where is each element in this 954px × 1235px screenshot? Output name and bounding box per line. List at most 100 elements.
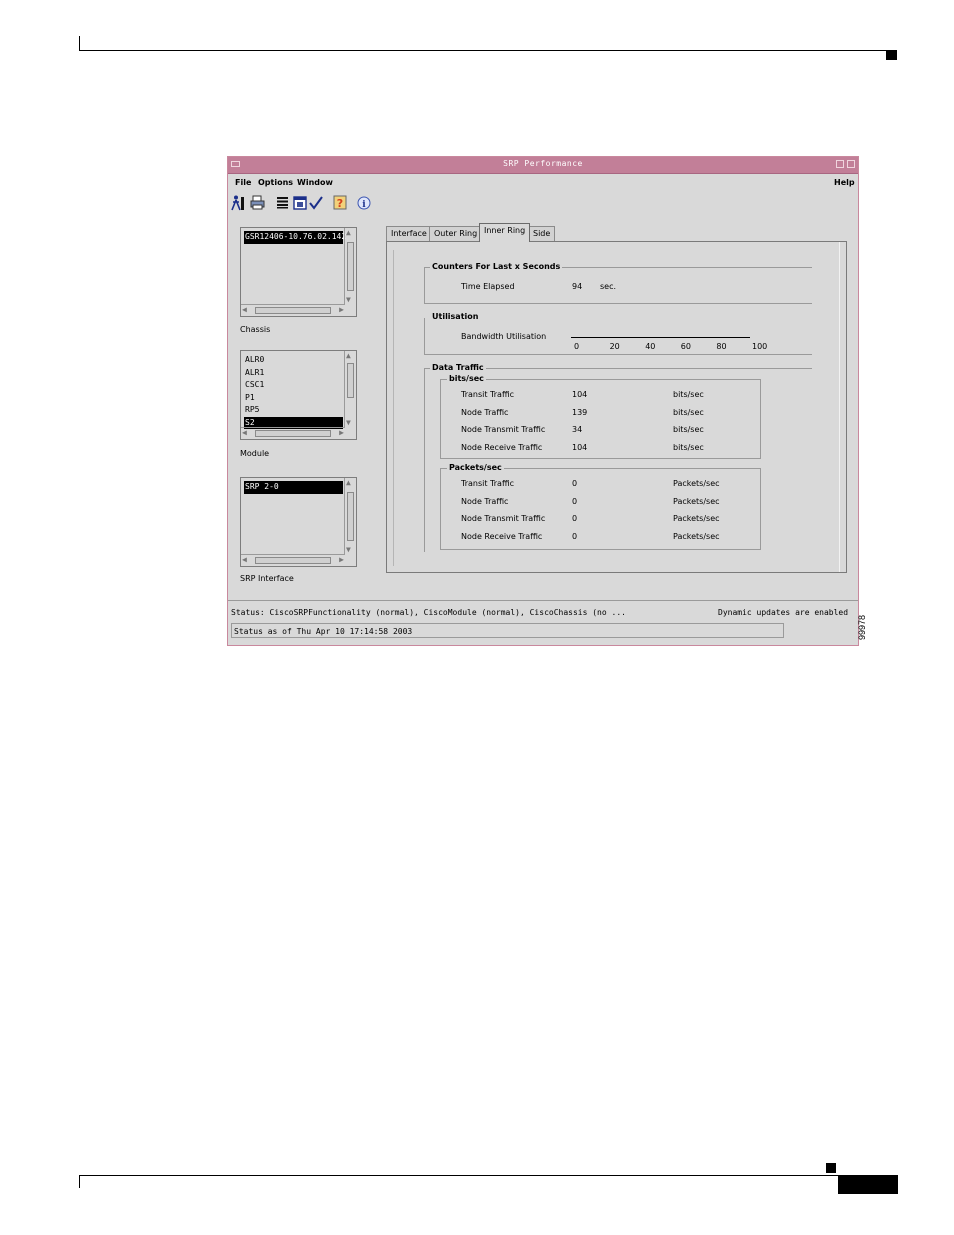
menu-file[interactable]: File xyxy=(235,178,251,187)
scale-tick-label: 40 xyxy=(645,342,656,351)
tab-side[interactable]: Side xyxy=(528,226,556,241)
scroll-right-icon[interactable]: ▶ xyxy=(339,429,344,437)
printer-icon[interactable] xyxy=(250,194,265,211)
status-timestamp-field: Status as of Thu Apr 10 17:14:58 2003 xyxy=(231,623,784,638)
traffic-unit: bits/sec xyxy=(673,407,704,417)
traffic-value: 0 xyxy=(572,514,578,523)
scroll-left-icon[interactable]: ◀ xyxy=(242,429,247,437)
list-item[interactable]: RP5 xyxy=(244,404,343,417)
run-icon[interactable] xyxy=(230,194,245,211)
traffic-value: 104 xyxy=(572,442,588,452)
list-item[interactable]: GSR12406-10.76.02.142 xyxy=(244,231,346,244)
status-line: Status: CiscoSRPFunctionality (normal), … xyxy=(231,608,626,617)
traffic-label: Node Transmit Traffic xyxy=(461,514,546,523)
module-label: Module xyxy=(240,449,270,458)
time-elapsed-label: Time Elapsed xyxy=(461,282,515,291)
menu-bar: File Options Window Help xyxy=(228,174,858,191)
dynamic-updates-status: Dynamic updates are enabled xyxy=(718,608,849,617)
list-item[interactable]: CSC1 xyxy=(244,379,343,392)
chassis-list[interactable]: GSR12406-10.76.02.142 ▲ ▼ ◀ ▶ xyxy=(240,227,357,317)
traffic-label: Node Traffic xyxy=(461,407,509,417)
chassis-horizontal-scrollbar[interactable]: ◀ ▶ xyxy=(241,304,345,316)
header-rule xyxy=(79,50,897,51)
footer-page-tab xyxy=(838,1175,898,1194)
maximize-icon[interactable] xyxy=(847,160,855,168)
list-icon[interactable] xyxy=(275,194,290,211)
header-rule-vertical xyxy=(79,36,80,51)
panel-inner-border-left xyxy=(393,250,394,566)
scroll-left-icon[interactable]: ◀ xyxy=(242,556,247,564)
traffic-label: Node Traffic xyxy=(461,496,509,506)
traffic-label: Transit Traffic xyxy=(461,390,515,399)
chassis-vertical-scrollbar[interactable]: ▲ ▼ xyxy=(344,228,356,305)
info-icon[interactable]: i xyxy=(356,194,371,211)
tab-interface[interactable]: Interface xyxy=(386,226,432,241)
list-item[interactable]: ALR0 xyxy=(244,354,343,367)
header-marker xyxy=(886,51,897,60)
traffic-unit: bits/sec xyxy=(673,390,704,399)
footer-rule xyxy=(79,1175,897,1176)
traffic-unit: Packets/sec xyxy=(673,496,720,506)
inner-ring-panel: Counters For Last x Seconds Time Elapsed… xyxy=(386,241,847,573)
traffic-value: 0 xyxy=(572,479,578,488)
title-bar[interactable]: SRP Performance xyxy=(228,157,858,174)
module-list[interactable]: ALR0 ALR1 CSC1 P1 RP5 S2 ▲ ▼ ◀ ▶ xyxy=(240,350,357,440)
traffic-unit: Packets/sec xyxy=(673,531,720,541)
scroll-up-icon[interactable]: ▲ xyxy=(346,479,351,487)
help-icon[interactable]: ? xyxy=(332,194,347,211)
traffic-label: Node Receive Traffic xyxy=(461,531,543,541)
svg-text:i: i xyxy=(362,200,366,210)
footer-marker-small xyxy=(826,1163,836,1173)
list-item[interactable]: P1 xyxy=(244,392,343,405)
panel-inner-border-right xyxy=(839,242,840,572)
traffic-value: 139 xyxy=(572,407,588,417)
traffic-value: 0 xyxy=(572,496,578,506)
scroll-left-icon[interactable]: ◀ xyxy=(242,306,247,314)
figure-number: 99978 xyxy=(857,614,867,640)
list-item[interactable]: SRP 2-0 xyxy=(244,481,343,494)
tab-inner-ring[interactable]: Inner Ring xyxy=(479,223,531,242)
scroll-right-icon[interactable]: ▶ xyxy=(339,306,344,314)
menu-window[interactable]: Window xyxy=(297,178,333,187)
window-icon[interactable] xyxy=(292,194,307,211)
data-traffic-title: Data Traffic xyxy=(430,363,486,372)
chassis-label: Chassis xyxy=(240,325,271,334)
traffic-label: Node Receive Traffic xyxy=(461,442,543,452)
utilisation-bottom xyxy=(424,354,812,355)
scroll-down-icon[interactable]: ▼ xyxy=(346,419,351,427)
module-horizontal-scrollbar[interactable]: ◀ ▶ xyxy=(241,427,345,439)
scroll-right-icon[interactable]: ▶ xyxy=(339,556,344,564)
module-vertical-scrollbar[interactable]: ▲ ▼ xyxy=(344,351,356,428)
svg-text:?: ? xyxy=(336,197,342,210)
traffic-unit: bits/sec xyxy=(673,425,704,434)
counters-left-border xyxy=(424,267,425,303)
footer-rule-vertical xyxy=(79,1175,80,1188)
traffic-unit: bits/sec xyxy=(673,442,704,452)
time-elapsed-unit: sec. xyxy=(600,282,617,291)
traffic-value: 34 xyxy=(572,425,583,434)
scroll-up-icon[interactable]: ▲ xyxy=(346,352,351,360)
scroll-down-icon[interactable]: ▼ xyxy=(346,546,351,554)
srp-interface-vertical-scrollbar[interactable]: ▲ ▼ xyxy=(344,478,356,555)
bandwidth-utilisation-label: Bandwidth Utilisation xyxy=(461,332,547,341)
srp-interface-list[interactable]: SRP 2-0 ▲ ▼ ◀ ▶ xyxy=(240,477,357,567)
menu-options[interactable]: Options xyxy=(258,178,293,187)
packets-per-sec-title: Packets/sec xyxy=(447,463,504,472)
checkmark-icon[interactable] xyxy=(308,194,323,211)
bits-per-sec-title: bits/sec xyxy=(447,374,486,383)
scroll-up-icon[interactable]: ▲ xyxy=(346,229,351,237)
scroll-down-icon[interactable]: ▼ xyxy=(346,296,351,304)
traffic-value: 104 xyxy=(572,390,588,399)
data-traffic-left-border xyxy=(424,368,425,552)
counters-title: Counters For Last x Seconds xyxy=(430,262,563,271)
tab-outer-ring[interactable]: Outer Ring xyxy=(429,226,483,241)
traffic-unit: Packets/sec xyxy=(673,479,720,488)
list-item[interactable]: ALR1 xyxy=(244,367,343,380)
srp-interface-horizontal-scrollbar[interactable]: ◀ ▶ xyxy=(241,554,345,566)
scale-tick-label: 0 xyxy=(574,342,580,351)
srp-performance-window: SRP Performance File Options Window Help… xyxy=(227,156,859,646)
traffic-value: 0 xyxy=(572,531,578,541)
window-title: SRP Performance xyxy=(503,159,583,168)
minimize-icon[interactable] xyxy=(836,160,844,168)
menu-help[interactable]: Help xyxy=(834,178,855,187)
